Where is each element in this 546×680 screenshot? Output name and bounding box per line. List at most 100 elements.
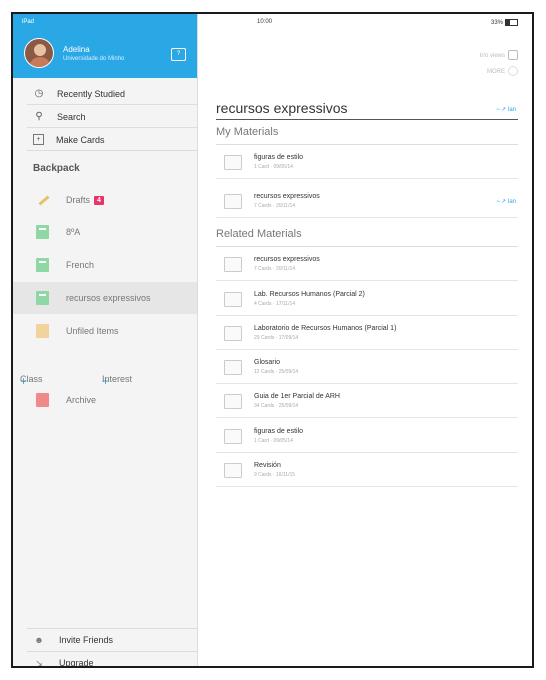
related-materials-heading: Related Materials [216, 228, 302, 240]
sync-label: Ian [507, 107, 516, 113]
backpack-item-french[interactable]: French [13, 249, 197, 281]
material-meta: 29 Cards · 17/09/14 [254, 335, 299, 341]
card-set-icon [224, 194, 242, 209]
material-meta: 1 Card · 09/05/14 [254, 164, 293, 170]
upgrade-icon: ↘ [35, 657, 43, 668]
title-underline [216, 119, 518, 120]
avatar[interactable] [24, 38, 54, 68]
card-set-icon [224, 429, 242, 444]
material-meta: 4 Cards · 17/11/14 [254, 301, 296, 307]
material-meta: 1 Card · 09/05/14 [254, 438, 293, 444]
related-row[interactable]: figuras de estilo 1 Card · 09/05/14 [216, 419, 518, 453]
sidebar: Adelina Universidade do Minho ? ◷ Recent… [13, 14, 198, 666]
nav-search[interactable]: ⚲ Search [13, 106, 197, 127]
people-icon: ☻ [34, 635, 44, 645]
item-label: recursos expressivos [66, 293, 151, 303]
battery-icon [505, 19, 518, 26]
battery-percent: 33% [490, 20, 503, 27]
nav-label: Search [57, 111, 86, 122]
nav-label: Make Cards [56, 134, 105, 145]
my-materials-heading: My Materials [216, 126, 279, 138]
item-label: Unfiled Items [66, 326, 119, 336]
divider [27, 150, 197, 151]
backpack-heading: Backpack [33, 163, 80, 174]
material-meta: 12 Cards · 25/09/14 [254, 369, 299, 375]
related-row[interactable]: Revisión 9 Cards · 16/11/15 [216, 453, 518, 487]
item-label: Archive [66, 395, 97, 405]
material-title: recursos expressivos [254, 193, 320, 200]
add-class-label: Class [20, 374, 43, 384]
card-set-icon [224, 394, 242, 409]
item-label: French [66, 260, 95, 270]
top-actions: Ir/o views MORE [480, 48, 518, 80]
backpack-item-drafts[interactable]: Drafts 4 [13, 184, 197, 216]
add-interest-label: Interest [102, 374, 133, 384]
more-label: MORE [487, 69, 505, 75]
class-card-icon [36, 258, 49, 272]
material-title: Lab. Recursos Humanos (Parcial 2) [254, 291, 365, 298]
nav-make-cards[interactable]: + Make Cards [13, 129, 197, 150]
views-button[interactable]: Ir/o views [480, 48, 518, 64]
nav-recently-studied[interactable]: ◷ Recently Studied [13, 83, 197, 104]
material-title: recursos expressivos [254, 256, 320, 263]
card-set-icon [224, 463, 242, 478]
sync-indicator[interactable]: ∼↗ Ian [496, 198, 516, 205]
backpack-item-unfiled[interactable]: Unfiled Items [13, 315, 197, 347]
related-row[interactable]: Lab. Recursos Humanos (Parcial 2) 4 Card… [216, 282, 518, 316]
material-title: Guia de 1er Parcial de ARH [254, 393, 340, 400]
material-meta: 7 Cards · 20/11/14 [254, 203, 296, 209]
material-title: figuras de estilo [254, 428, 304, 435]
plus-box-icon: + [33, 134, 44, 145]
invite-label: Invite Friends [59, 635, 114, 645]
sync-indicator[interactable]: ∼↗ Ian [496, 106, 516, 113]
material-title: Revisión [254, 462, 281, 469]
related-row[interactable]: Laboratorio de Recursos Humanos (Parcial… [216, 316, 518, 350]
card-set-icon [224, 360, 242, 375]
more-button[interactable]: MORE [480, 64, 518, 80]
card-set-icon [224, 257, 242, 272]
clock: 10:00 [257, 19, 273, 25]
nav-label: Recently Studied [57, 88, 126, 99]
divider [27, 651, 197, 652]
divider [27, 628, 197, 629]
folder-icon [36, 324, 49, 338]
backpack-item-8a[interactable]: 8ºA [13, 216, 197, 248]
related-row[interactable]: Glosario 12 Cards · 25/09/14 [216, 350, 518, 384]
backpack-item-archive[interactable]: Archive [13, 384, 197, 416]
drafts-badge: 4 [94, 195, 104, 205]
class-card-icon [36, 291, 49, 305]
related-row[interactable]: recursos expressivos 7 Cards · 20/11/14 [216, 247, 518, 281]
material-meta: 9 Cards · 16/11/15 [254, 472, 296, 478]
backpack-item-recursos-expressivos[interactable]: recursos expressivos [13, 282, 197, 314]
material-title: figuras de estilo [254, 154, 304, 161]
card-set-icon [224, 155, 242, 170]
material-row[interactable]: recursos expressivos 7 Cards · 20/11/14 … [216, 184, 518, 218]
class-card-icon [36, 225, 49, 239]
pencil-icon [36, 193, 49, 207]
window-icon [508, 50, 518, 61]
invite-friends-button[interactable]: ☻ Invite Friends [13, 630, 197, 650]
archive-icon [36, 393, 49, 407]
ipad-screen: iPad 10:00 33% Adelina Universidade do M… [11, 12, 534, 668]
card-set-icon [224, 292, 242, 307]
item-label: 8ºA [66, 227, 81, 237]
material-title: Laboratorio de Recursos Humanos (Parcial… [254, 325, 397, 332]
views-label: Ir/o views [479, 53, 505, 59]
circle-icon [508, 66, 518, 77]
clock-icon: ◷ [34, 88, 44, 99]
material-meta: 34 Cards · 25/09/14 [254, 403, 299, 409]
sync-label: Ian [507, 199, 516, 205]
main-panel: Ir/o views MORE recursos expressivos ∼↗ … [198, 14, 532, 666]
related-row[interactable]: Guia de 1er Parcial de ARH 34 Cards · 25… [216, 384, 518, 418]
divider [27, 104, 197, 105]
material-title: Glosario [254, 359, 281, 366]
upgrade-button[interactable]: ↘ Upgrade [13, 653, 197, 668]
upgrade-label: Upgrade [59, 658, 94, 668]
material-row[interactable]: figuras de estilo 1 Card · 09/05/14 [216, 145, 518, 179]
carrier-label: iPad [22, 19, 35, 25]
message-icon[interactable]: ? [171, 48, 186, 61]
page-title: recursos expressivos [216, 100, 348, 116]
add-row: + Class + Interest [13, 366, 197, 388]
material-meta: 7 Cards · 20/11/14 [254, 266, 296, 272]
user-school: Universidade do Minho [63, 56, 125, 62]
